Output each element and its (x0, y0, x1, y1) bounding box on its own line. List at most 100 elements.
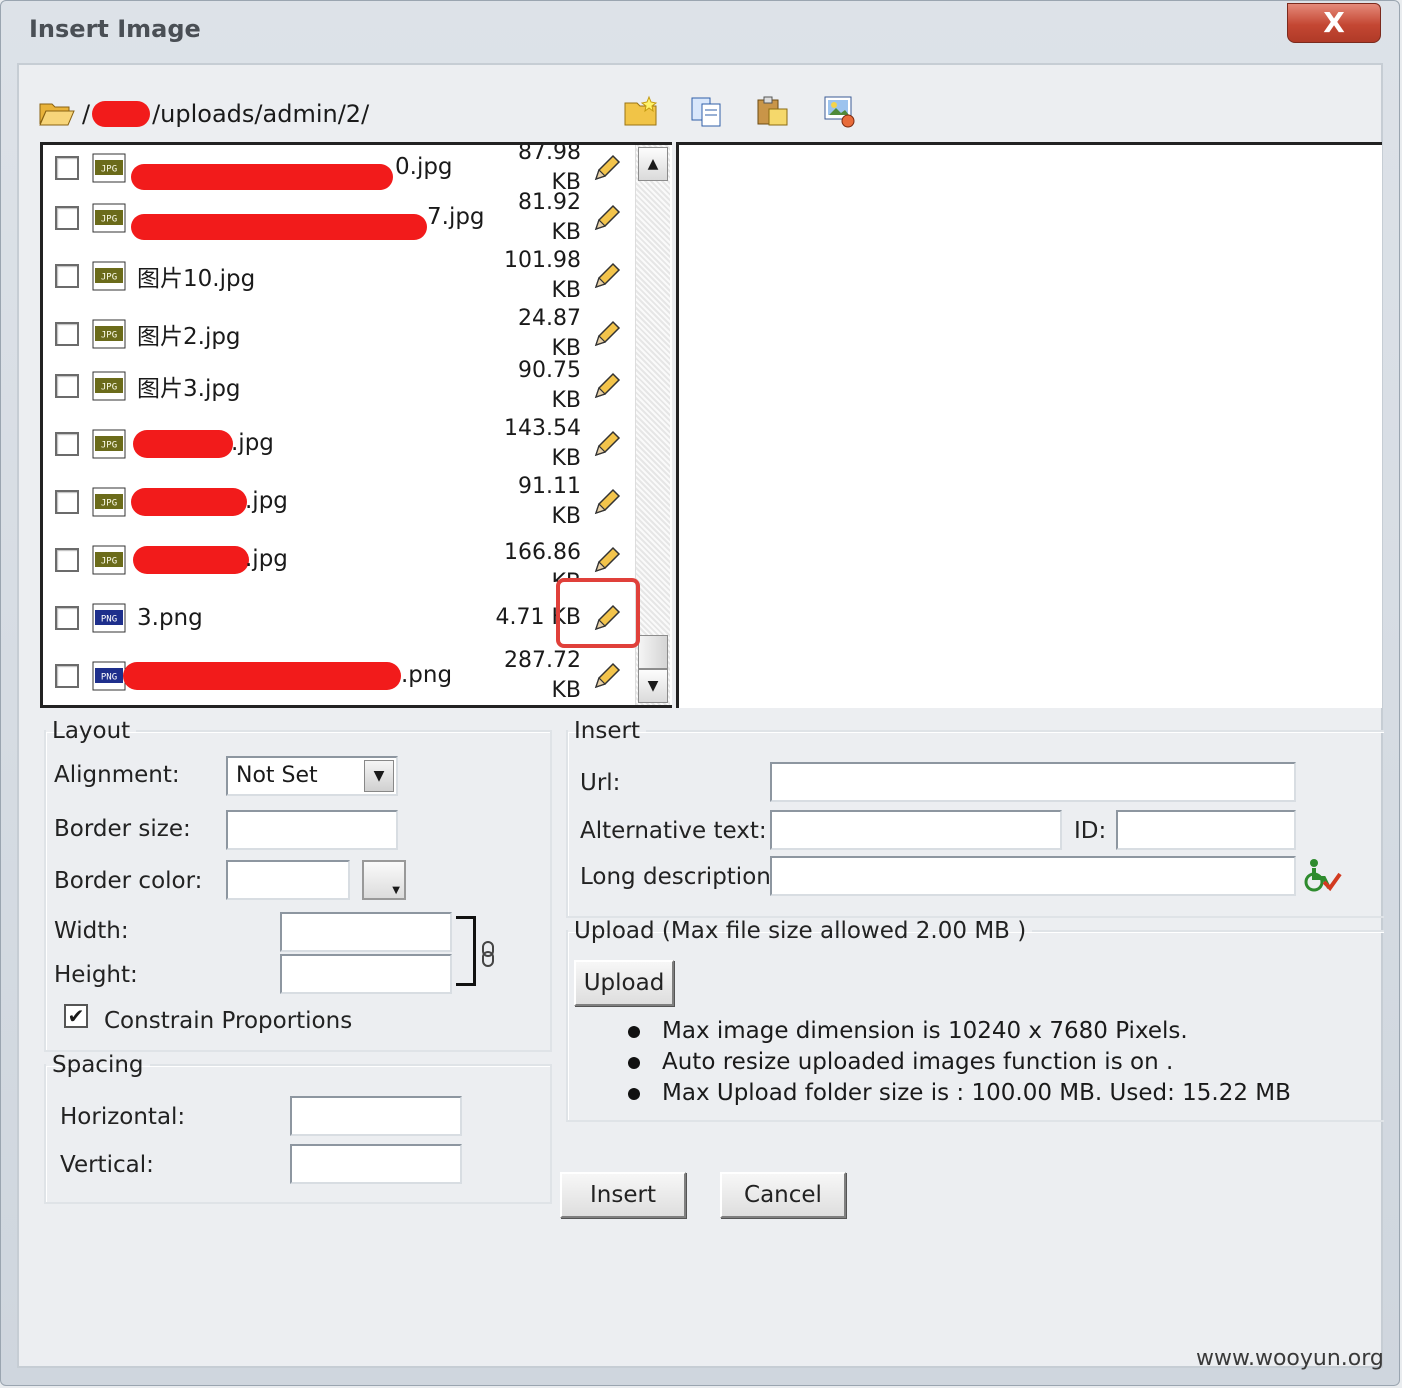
scrollbar-thumb[interactable] (638, 635, 668, 669)
list-item[interactable]: JPG 图片2.jpg 24.87 KB (43, 306, 633, 361)
svg-text:JPG: JPG (101, 215, 117, 225)
file-toolbar (620, 90, 860, 132)
list-item[interactable]: JPG 0.jpg 87.98 KB (43, 145, 633, 195)
image-editor-icon[interactable] (818, 90, 860, 132)
file-name: 7.jpg (427, 204, 485, 230)
list-item[interactable]: JPG 7.jpg 81.92 KB (43, 190, 633, 245)
horizontal-spacing-input[interactable] (290, 1096, 462, 1136)
list-item[interactable]: PNG .png 287.72 KB (43, 645, 633, 705)
scroll-down-arrow-icon[interactable]: ▼ (638, 669, 668, 703)
pencil-edit-icon[interactable] (593, 372, 621, 400)
file-size: 91.11 KB (518, 474, 581, 529)
redaction-mark (133, 430, 233, 458)
file-checkbox[interactable] (55, 606, 79, 630)
file-list-scrollbar[interactable]: ▲ ▼ (635, 145, 670, 705)
file-checkbox[interactable] (55, 374, 79, 398)
scroll-up-arrow-icon[interactable]: ▲ (638, 147, 668, 181)
svg-text:JPG: JPG (101, 441, 117, 451)
upload-notes: Max image dimension is 10240 x 7680 Pixe… (628, 1016, 1291, 1109)
list-item: Max Upload folder size is : 100.00 MB. U… (628, 1078, 1291, 1109)
height-input[interactable] (280, 954, 452, 994)
file-checkbox[interactable] (55, 548, 79, 572)
image-preview-pane (676, 142, 1382, 708)
annotation-highlight-box (556, 578, 640, 648)
file-checkbox[interactable] (55, 432, 79, 456)
layout-legend: Layout (52, 718, 131, 744)
svg-text:JPG: JPG (101, 383, 117, 393)
png-file-icon: PNG (91, 661, 127, 691)
upload-note: Max image dimension is 10240 x 7680 Pixe… (662, 1018, 1188, 1044)
file-checkbox[interactable] (55, 264, 79, 288)
alignment-select[interactable]: Not Set ▼ (226, 756, 398, 796)
long-description-label: Long description: (580, 864, 779, 890)
file-size-unit: KB (551, 678, 581, 703)
id-input[interactable] (1116, 810, 1296, 850)
svg-text:JPG: JPG (101, 165, 117, 175)
file-size: 81.92 KB (518, 190, 581, 245)
svg-text:JPG: JPG (101, 331, 117, 341)
redaction-mark (92, 101, 151, 127)
list-item[interactable]: JPG 图片10.jpg 101.98 KB (43, 245, 633, 307)
new-folder-icon[interactable] (620, 90, 662, 132)
constrain-proportions-checkbox[interactable]: ✔ (64, 1004, 88, 1028)
color-picker-button[interactable]: ▼ (362, 860, 406, 900)
jpg-file-icon: JPG (91, 429, 127, 459)
pencil-edit-icon[interactable] (593, 320, 621, 348)
proportion-bracket (456, 916, 476, 986)
long-description-input[interactable] (770, 856, 1296, 896)
alternative-text-input[interactable] (770, 810, 1062, 850)
list-item[interactable]: JPG .jpg 166.86KB (43, 529, 633, 591)
pencil-edit-icon[interactable] (593, 546, 621, 574)
list-item[interactable]: JPG .jpg 143.54 KB (43, 413, 633, 475)
chevron-down-icon: ▼ (392, 885, 400, 896)
paste-icon[interactable] (752, 90, 794, 132)
pencil-edit-icon[interactable] (593, 488, 621, 516)
pencil-edit-icon[interactable] (593, 154, 621, 182)
border-color-label: Border color: (54, 868, 203, 894)
jpg-file-icon: JPG (91, 319, 127, 349)
file-checkbox[interactable] (55, 156, 79, 180)
open-folder-icon (38, 96, 76, 132)
alignment-label: Alignment: (54, 762, 180, 788)
vertical-label: Vertical: (60, 1152, 154, 1178)
file-size: 166.86 (504, 540, 581, 565)
file-checkbox[interactable] (55, 490, 79, 514)
jpg-file-icon: JPG (91, 153, 127, 183)
jpg-file-icon: JPG (91, 371, 127, 401)
pencil-edit-icon[interactable] (593, 662, 621, 690)
accessibility-check-icon[interactable] (1302, 858, 1342, 900)
file-checkbox[interactable] (55, 664, 79, 688)
pencil-edit-icon[interactable] (593, 204, 621, 232)
border-color-input[interactable] (226, 860, 350, 900)
pencil-edit-icon[interactable] (593, 262, 621, 290)
copy-icon[interactable] (686, 90, 728, 132)
path-prefix: / (82, 100, 91, 128)
upload-note: Max Upload folder size is : 100.00 MB. U… (662, 1080, 1291, 1106)
current-path: / /uploads/admin/2/ (38, 96, 369, 132)
upload-legend: Upload (Max file size allowed 2.00 MB ) (574, 918, 1027, 944)
file-name: .jpg (245, 546, 288, 572)
upload-button[interactable]: Upload (574, 960, 674, 1006)
file-size: 101.98 (504, 248, 581, 273)
file-name: .png (401, 662, 453, 688)
file-checkbox[interactable] (55, 322, 79, 346)
cancel-button[interactable]: Cancel (720, 1172, 846, 1218)
width-input[interactable] (280, 912, 452, 952)
vertical-spacing-input[interactable] (290, 1144, 462, 1184)
border-size-input[interactable] (226, 810, 398, 850)
list-item[interactable]: PNG 3.png 4.71 KB (43, 601, 633, 635)
file-checkbox[interactable] (55, 206, 79, 230)
close-button[interactable]: X (1287, 3, 1381, 43)
list-item[interactable]: JPG 图片3.jpg 90.75 KB (43, 358, 633, 413)
pencil-edit-icon[interactable] (593, 430, 621, 458)
list-item: Max image dimension is 10240 x 7680 Pixe… (628, 1016, 1291, 1047)
list-item[interactable]: JPG .jpg 91.11 KB (43, 474, 633, 529)
chain-link-icon[interactable] (480, 940, 496, 972)
file-name: 图片10.jpg (137, 266, 256, 292)
list-item: Auto resize uploaded images function is … (628, 1047, 1291, 1078)
jpg-file-icon: JPG (91, 261, 127, 291)
chevron-down-icon[interactable]: ▼ (364, 760, 394, 792)
path-text: /uploads/admin/2/ (152, 100, 370, 128)
insert-button[interactable]: Insert (560, 1172, 686, 1218)
url-input[interactable] (770, 762, 1296, 802)
